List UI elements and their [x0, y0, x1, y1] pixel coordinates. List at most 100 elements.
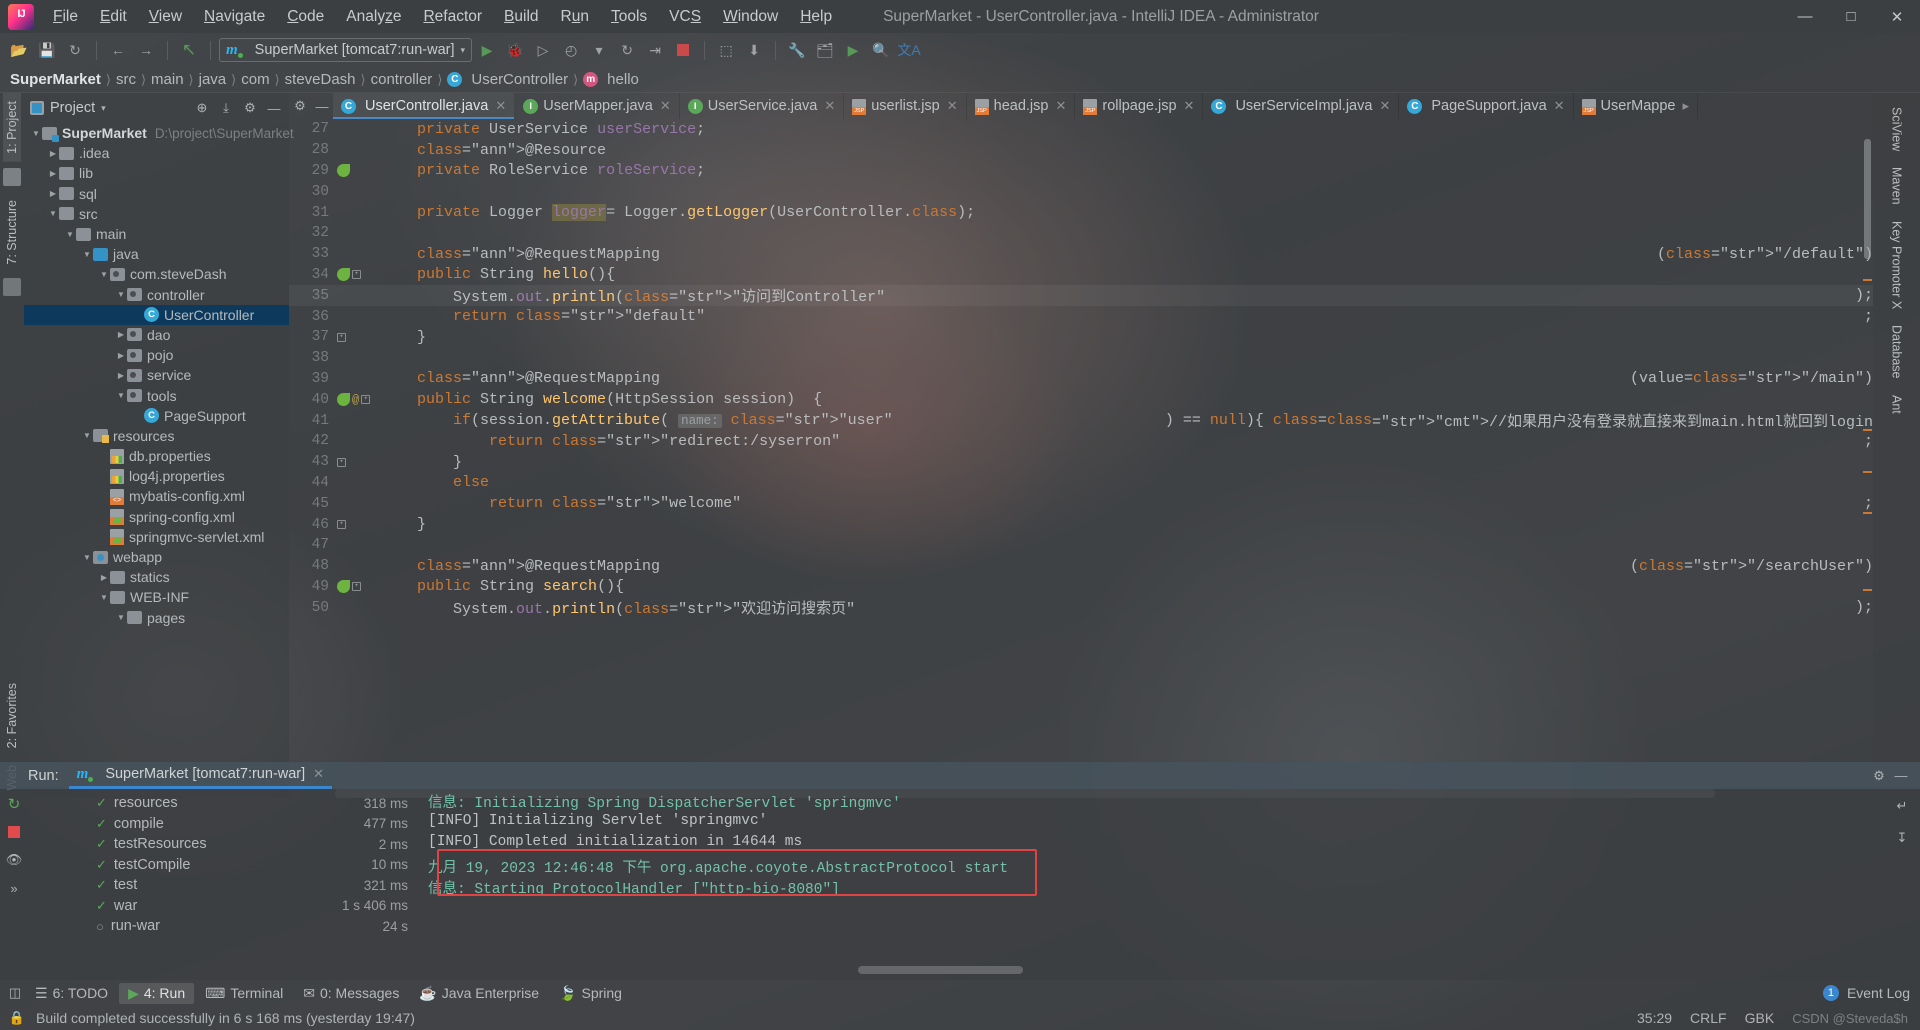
maven-task-row[interactable]: ✓ resources 318 ms [28, 793, 428, 814]
scroll-to-end-icon[interactable]: ↧ [1893, 829, 1911, 847]
editor-tab-head-jsp[interactable]: head.jsp ✕ [967, 93, 1076, 119]
run-button[interactable]: ▶ [474, 37, 500, 63]
save-all-icon[interactable]: 💾 [34, 37, 60, 63]
scrollbar-thumb[interactable] [1864, 139, 1871, 259]
editor-tab-userservice-java[interactable]: I UserService.java ✕ [680, 93, 845, 119]
close-button[interactable]: ✕ [1874, 0, 1920, 33]
editor-tab-userlist-jsp[interactable]: userlist.jsp ✕ [844, 93, 967, 119]
editor-vertical-scrollbar[interactable] [1861, 119, 1873, 798]
bottom-tab-terminal[interactable]: ⌨ Terminal [196, 983, 292, 1004]
tree-node-main[interactable]: ▼ main [24, 224, 289, 244]
rail-tab-sciview[interactable]: SciView [1888, 99, 1906, 159]
chevron-down-icon[interactable]: ▼ [64, 230, 76, 239]
breadcrumb-item-usercontroller[interactable]: UserController [471, 71, 568, 88]
run-session-tab[interactable]: m SuperMarket [tomcat7:run-war] ✕ [68, 762, 333, 789]
menu-item-code[interactable]: Code [276, 4, 335, 30]
maven-task-list[interactable]: ✓ resources 318 ms ✓ compile 477 ms ✓ testResou… [28, 789, 428, 980]
spring-bean-gutter-icon[interactable] [337, 164, 350, 178]
stop-button[interactable] [670, 37, 696, 63]
menu-item-window[interactable]: Window [712, 4, 789, 30]
bottom-tab-spring[interactable]: 🍃 Spring [550, 983, 631, 1004]
close-icon[interactable]: ✕ [1379, 98, 1390, 114]
hide-panel-icon[interactable]: — [265, 99, 283, 117]
navigate-forward-icon[interactable]: → [133, 37, 159, 63]
chevron-right-icon[interactable]: ▶ [47, 149, 59, 158]
tree-node-pages[interactable]: ▼ pages [24, 608, 289, 628]
collapse-all-icon[interactable]: ⤓ [217, 99, 235, 117]
terminal-icon[interactable]: ▶ [840, 37, 866, 63]
attach-icon[interactable]: ⬚ [713, 37, 739, 63]
line-separator[interactable]: CRLF [1690, 1010, 1727, 1026]
rail-tab-maven[interactable]: Maven [1888, 159, 1906, 213]
rerun-button[interactable]: ↻ [614, 37, 640, 63]
tree-node-service[interactable]: ▶ service [24, 365, 289, 385]
menu-item-vcs[interactable]: VCS [658, 4, 712, 30]
more-actions-icon[interactable]: » [5, 879, 23, 897]
event-log-label[interactable]: Event Log [1847, 985, 1910, 1001]
breadcrumb-item-java[interactable]: java [199, 71, 227, 88]
tree-node-springmvc-servlet-xml[interactable]: springmvc-servlet.xml [24, 527, 289, 547]
stop-icon[interactable] [5, 823, 23, 841]
tree-node-java[interactable]: ▼ java [24, 244, 289, 264]
override-gutter-icon[interactable]: @ [352, 393, 359, 407]
menu-item-tools[interactable]: Tools [600, 4, 658, 30]
editor-tab-usermapper-java[interactable]: I UserMapper.java ✕ [515, 93, 680, 119]
menu-item-analyze[interactable]: Analyze [335, 4, 412, 30]
tree-node-lib[interactable]: ▶ lib [24, 163, 289, 183]
chevron-right-icon[interactable]: ▶ [47, 169, 59, 178]
file-encoding[interactable]: GBK [1745, 1010, 1775, 1026]
tree-node-dao[interactable]: ▶ dao [24, 325, 289, 345]
close-icon[interactable]: ✕ [1184, 98, 1195, 114]
editor-tab-rollpage-jsp[interactable]: rollpage.jsp ✕ [1075, 93, 1204, 119]
tree-node-web-inf[interactable]: ▼ WEB-INF [24, 587, 289, 607]
close-icon[interactable]: ▸ [1683, 98, 1690, 114]
spring-bean-gutter-icon[interactable] [337, 580, 350, 594]
close-icon[interactable]: ✕ [313, 766, 324, 782]
chevron-down-icon[interactable]: ▾ [101, 103, 106, 114]
code-editor[interactable]: 27 private UserService userService; 28 cl… [289, 119, 1873, 798]
profile-button[interactable]: ◴ [558, 37, 584, 63]
chevron-right-icon[interactable]: ▶ [115, 351, 127, 360]
revert-icon[interactable]: ↖ [176, 37, 202, 63]
code-fold-icon[interactable]: ▾ [337, 457, 346, 467]
chevron-down-icon[interactable]: ▼ [115, 391, 127, 400]
tree-node-tools[interactable]: ▼ tools [24, 385, 289, 405]
breadcrumb-item-src[interactable]: src [116, 71, 136, 88]
breadcrumb-item-hello[interactable]: hello [607, 71, 639, 88]
error-stripe-marker[interactable] [1863, 471, 1872, 473]
tree-node-pojo[interactable]: ▶ pojo [24, 345, 289, 365]
spring-bean-gutter-icon[interactable] [337, 393, 350, 407]
maven-task-row[interactable]: ✓ compile 477 ms [28, 814, 428, 835]
code-fold-icon[interactable]: ▾ [337, 332, 346, 342]
spring-bean-gutter-icon[interactable] [337, 268, 350, 282]
maven-task-row[interactable]: ✓ testCompile 10 ms [28, 855, 428, 876]
error-stripe-marker[interactable] [1863, 512, 1872, 514]
breadcrumb-item-supermarket[interactable]: SuperMarket [10, 71, 101, 88]
breadcrumb-item-main[interactable]: main [151, 71, 184, 88]
navigate-back-icon[interactable]: ← [105, 37, 131, 63]
tree-node-resources[interactable]: ▼ resources [24, 426, 289, 446]
code-fold-icon[interactable]: ▾ [361, 395, 371, 405]
chevron-down-icon[interactable]: ▼ [98, 593, 110, 602]
project-structure-icon[interactable]: 🗂 [812, 37, 838, 63]
project-settings-icon[interactable]: ⚙ [241, 99, 259, 117]
maven-task-row[interactable]: ✓ test 321 ms [28, 875, 428, 896]
tree-node-spring-config-xml[interactable]: spring-config.xml [24, 507, 289, 527]
chevron-down-icon[interactable]: ▼ [98, 270, 110, 279]
tree-node-log4j-properties[interactable]: log4j.properties [24, 466, 289, 486]
chevron-down-icon[interactable]: ▼ [81, 250, 93, 259]
tree-node-usercontroller[interactable]: C UserController [24, 304, 289, 325]
open-project-icon[interactable]: 📂 [6, 37, 32, 63]
tree-node-src[interactable]: ▼ src [24, 204, 289, 224]
run-window-hide-icon[interactable]: — [1892, 767, 1910, 785]
editor-tab-settings-icon[interactable]: ⚙ [289, 93, 311, 119]
menu-item-build[interactable]: Build [493, 4, 549, 30]
rail-tab-ant[interactable]: Ant [1888, 387, 1906, 422]
bottom-tab-run[interactable]: ▶ 4: Run [119, 982, 195, 1004]
editor-tab-userserviceimpl-java[interactable]: C UserServiceImpl.java ✕ [1203, 93, 1400, 119]
editor-tab-pagesupport-java[interactable]: C PageSupport.java ✕ [1399, 93, 1574, 119]
chevron-right-icon[interactable]: ▶ [115, 371, 127, 380]
close-icon[interactable]: ✕ [824, 98, 835, 114]
bottom-tab-todo[interactable]: ☰ 6: TODO [26, 983, 117, 1004]
tree-node--idea[interactable]: ▶ .idea [24, 143, 289, 163]
